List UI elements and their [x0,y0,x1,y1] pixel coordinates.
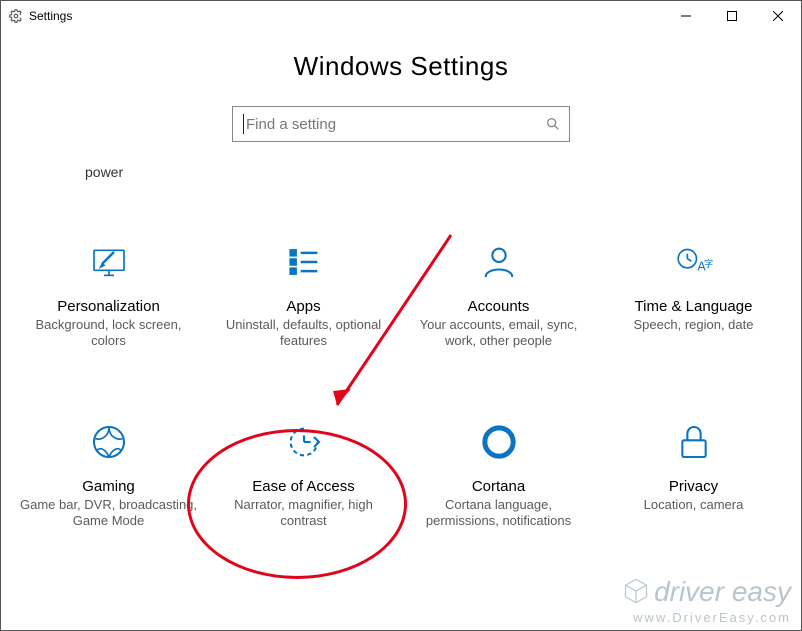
minimize-button[interactable] [663,1,709,31]
tile-title: Personalization [57,298,160,315]
window-controls [663,1,801,31]
tile-desc: Speech, region, date [634,317,754,333]
ease-of-access-icon [282,420,326,464]
watermark: driver easy www.DriverEasy.com [622,577,791,625]
tile-personalization[interactable]: Personalization Background, lock screen,… [11,240,206,350]
tile-cortana[interactable]: Cortana Cortana language, permissions, n… [401,420,596,530]
tile-desc: Uninstall, defaults, optional features [214,317,394,350]
cortana-icon [477,420,521,464]
search-icon[interactable] [545,116,561,132]
tile-desc: Your accounts, email, sync, work, other … [409,317,589,350]
settings-gear-icon [9,9,23,23]
time-language-icon: A 字 [672,240,716,284]
window-title: Settings [29,9,72,23]
tile-accounts[interactable]: Accounts Your accounts, email, sync, wor… [401,240,596,350]
tile-gaming[interactable]: Gaming Game bar, DVR, broadcasting, Game… [11,420,206,530]
content-area: Windows Settings power Personaliz [1,31,801,529]
tile-desc: Narrator, magnifier, high contrast [214,497,394,530]
tile-title: Time & Language [635,298,753,315]
tile-title: Apps [286,298,320,315]
maximize-button[interactable] [709,1,755,31]
watermark-line2: www.DriverEasy.com [622,610,791,625]
accounts-icon [477,240,521,284]
tile-title: Accounts [468,298,530,315]
tile-desc: Background, lock screen, colors [19,317,199,350]
svg-text:字: 字 [704,258,713,269]
tile-time-language[interactable]: A 字 Time & Language Speech, region, date [596,240,791,350]
tile-desc: Location, camera [644,497,744,513]
tile-title: Cortana [472,478,525,495]
tile-privacy[interactable]: Privacy Location, camera [596,420,791,530]
tile-desc: Cortana language, permissions, notificat… [409,497,589,530]
search-box[interactable] [232,106,570,142]
tile-apps[interactable]: Apps Uninstall, defaults, optional featu… [206,240,401,350]
settings-grid: Personalization Background, lock screen,… [1,180,801,529]
watermark-line1: driver easy [622,577,791,610]
tile-desc: Game bar, DVR, broadcasting, Game Mode [19,497,199,530]
text-cursor [243,114,244,134]
apps-icon [282,240,326,284]
gaming-icon [87,420,131,464]
hint-text: power [85,164,801,180]
titlebar-left: Settings [9,9,72,23]
settings-window: Settings Windows Settings power [0,0,802,631]
titlebar: Settings [1,1,801,31]
privacy-icon [672,420,716,464]
page-title: Windows Settings [1,51,801,82]
tile-title: Gaming [82,478,135,495]
search-input[interactable] [246,116,545,133]
personalization-icon [87,240,131,284]
tile-ease-of-access[interactable]: Ease of Access Narrator, magnifier, high… [206,420,401,530]
tile-title: Privacy [669,478,718,495]
tile-title: Ease of Access [252,478,355,495]
cube-icon [622,577,650,610]
close-button[interactable] [755,1,801,31]
